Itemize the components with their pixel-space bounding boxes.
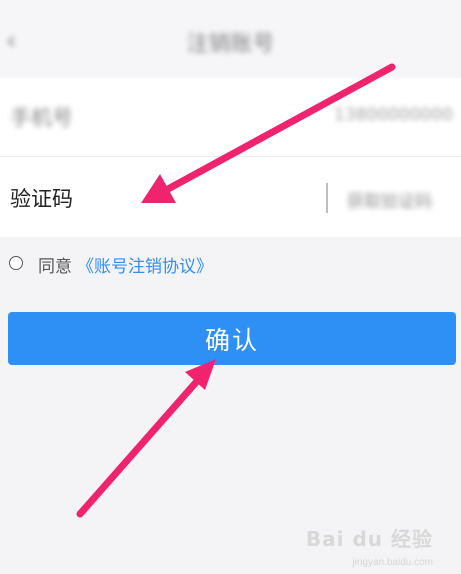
agree-text: 同意 (38, 257, 72, 277)
agreement-row: 同意 《账号注销协议》 (0, 248, 461, 280)
arrow-to-confirm (76, 359, 216, 518)
top-bar: ‹ 注销账号 (0, 0, 461, 78)
agreement-link[interactable]: 《账号注销协议》 (77, 252, 213, 277)
page-title: 注销账号 (186, 32, 275, 57)
confirm-button[interactable]: 确认 (8, 312, 456, 365)
verification-code-label: 验证码 (10, 187, 73, 211)
phone-label: 手机号 (10, 106, 73, 130)
phone-row: 手机号 13800000000 (0, 78, 461, 157)
verification-code-row[interactable]: 验证码 获取验证码 (0, 157, 461, 237)
agree-radio[interactable] (9, 256, 23, 270)
divider (326, 183, 328, 213)
phone-value: 13800000000 (334, 105, 453, 125)
get-code-button[interactable]: 获取验证码 (347, 187, 432, 212)
watermark-url: jingyan.baidu.com (352, 557, 433, 568)
watermark-logo: Bai du 经验 (305, 527, 433, 551)
